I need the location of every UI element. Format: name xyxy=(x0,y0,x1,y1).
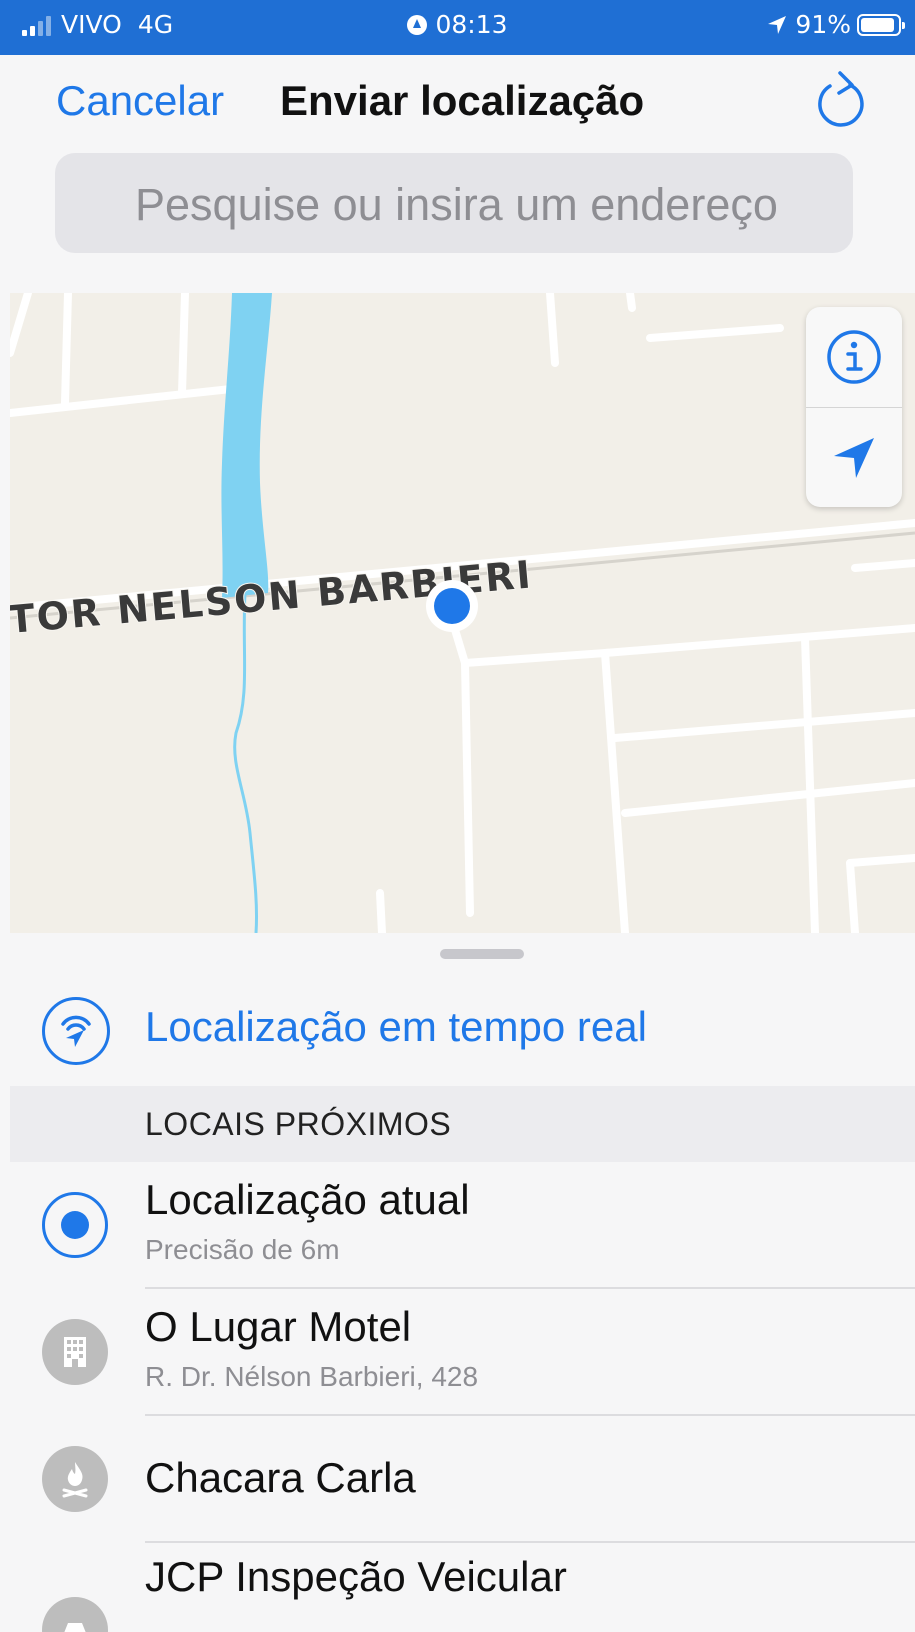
sheet-grabber[interactable] xyxy=(440,949,524,959)
location-services-icon xyxy=(768,15,787,34)
live-location-row[interactable]: Localização em tempo real xyxy=(10,983,915,1078)
current-location-icon xyxy=(42,1192,108,1258)
place-current-location[interactable]: Localização atual Precisão de 6m xyxy=(10,1162,915,1289)
search-placeholder: Pesquise ou insira um endereço xyxy=(135,179,778,230)
map-canvas: TOR NELSON BARBIERI xyxy=(10,293,915,933)
battery-percent: 91% xyxy=(795,10,851,39)
battery-icon xyxy=(857,13,905,36)
place-chacara-carla[interactable]: Chacara Carla xyxy=(10,1416,915,1543)
info-icon xyxy=(827,330,881,384)
river-shape xyxy=(221,293,272,598)
car-icon xyxy=(42,1597,108,1632)
alarm-icon xyxy=(407,15,428,35)
nearby-section-header: LOCAIS PRÓXIMOS xyxy=(10,1086,915,1162)
place-o-lugar-motel[interactable]: O Lugar Motel R. Dr. Nélson Barbieri, 42… xyxy=(10,1289,915,1416)
live-location-icon xyxy=(42,997,110,1065)
user-location-pin xyxy=(434,588,470,624)
campfire-icon xyxy=(42,1446,108,1512)
track-location-button[interactable] xyxy=(806,408,902,507)
map-info-button[interactable] xyxy=(806,307,902,407)
place-name: Localização atual xyxy=(145,1176,470,1223)
place-name: O Lugar Motel xyxy=(145,1303,412,1350)
status-bar: VIVO 4G 08:13 91% xyxy=(0,0,915,55)
location-sheet: Localização em tempo real LOCAIS PRÓXIMO… xyxy=(10,933,915,1632)
search-input[interactable]: Pesquise ou insira um endereço xyxy=(55,153,853,253)
place-jcp-inspecao-veicular[interactable]: JCP Inspeção Veicular xyxy=(10,1543,915,1632)
building-icon xyxy=(42,1319,108,1385)
status-right: 91% xyxy=(767,10,905,39)
refresh-icon[interactable] xyxy=(812,69,870,131)
section-title: LOCAIS PRÓXIMOS xyxy=(145,1106,452,1142)
location-arrow-icon xyxy=(834,437,874,478)
place-subtitle: Precisão de 6m xyxy=(145,1234,340,1265)
map-view[interactable]: TOR NELSON BARBIERI xyxy=(10,293,915,933)
place-name: Chacara Carla xyxy=(145,1454,416,1501)
cancel-button[interactable]: Cancelar xyxy=(56,77,224,125)
clock-text: 08:13 xyxy=(435,10,508,39)
live-location-label: Localização em tempo real xyxy=(145,1003,647,1050)
page-title: Enviar localização xyxy=(280,77,645,124)
map-controls xyxy=(806,307,902,507)
place-name: JCP Inspeção Veicular xyxy=(145,1553,567,1600)
place-subtitle: R. Dr. Nélson Barbieri, 428 xyxy=(145,1361,479,1392)
navigation-header: Cancelar Enviar localização Pesquise ou … xyxy=(0,55,915,285)
